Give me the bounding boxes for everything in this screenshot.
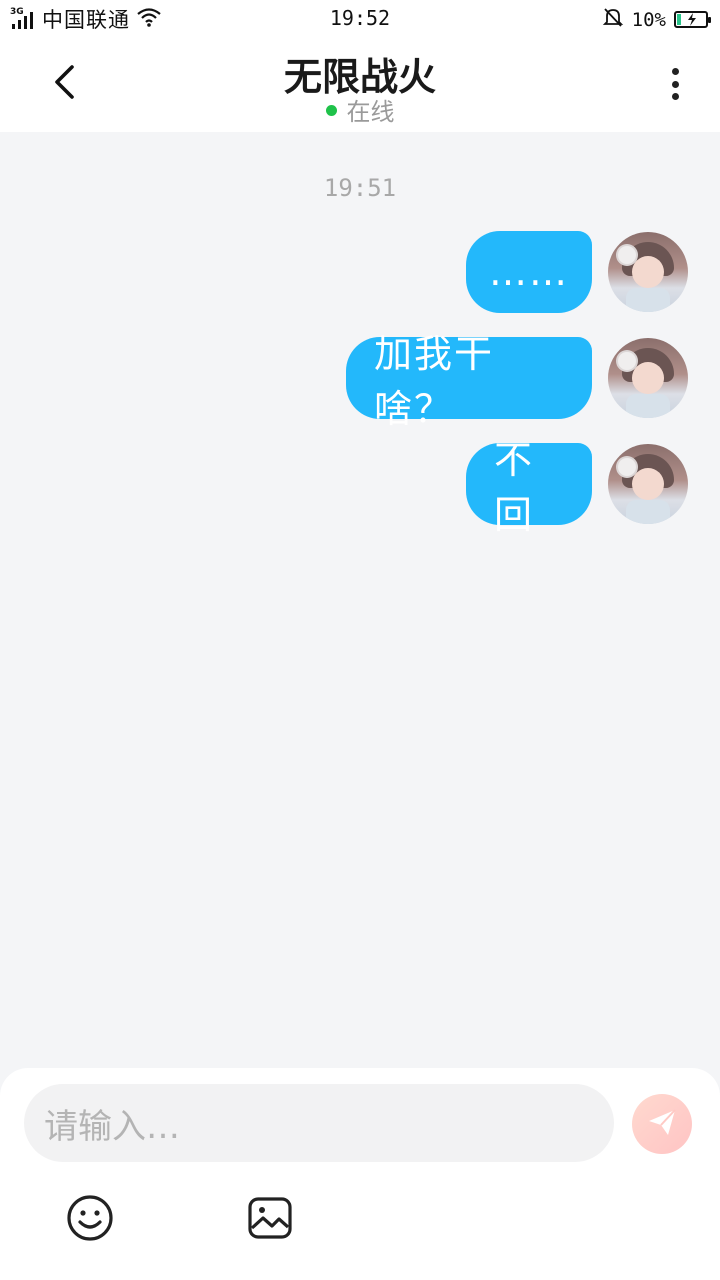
message-bubble[interactable]: 不回 bbox=[466, 438, 592, 537]
battery-percent: 10% bbox=[631, 8, 666, 31]
send-button[interactable] bbox=[632, 1094, 692, 1154]
emoji-button[interactable] bbox=[66, 1194, 114, 1242]
bell-off-icon bbox=[602, 6, 624, 33]
message-bubble[interactable]: …… bbox=[466, 231, 592, 313]
message-timestamp: 19:51 bbox=[323, 174, 397, 202]
online-dot bbox=[325, 105, 337, 116]
avatar[interactable] bbox=[608, 232, 688, 312]
message-row: 不回 bbox=[466, 438, 688, 537]
status-right: 10% bbox=[602, 6, 711, 33]
smiley-icon bbox=[66, 1195, 114, 1246]
paper-plane-icon bbox=[646, 1106, 678, 1142]
avatar[interactable] bbox=[608, 444, 688, 524]
chat-header: 无限战火 在线 bbox=[0, 36, 720, 132]
input-panel: 请输入… bbox=[0, 1068, 720, 1280]
message-bubble[interactable]: 加我干啥？ bbox=[346, 332, 592, 431]
image-icon bbox=[246, 1197, 294, 1246]
message-input[interactable]: 请输入… bbox=[24, 1084, 614, 1162]
avatar[interactable] bbox=[608, 338, 688, 418]
message-row: 加我干啥？ bbox=[346, 332, 688, 431]
message-input-placeholder: 请输入… bbox=[44, 1106, 180, 1147]
online-status-text: 在线 bbox=[346, 98, 395, 126]
status-bar: 3G 中国联通 19:52 10% bbox=[0, 0, 720, 36]
more-options-button[interactable] bbox=[660, 64, 690, 104]
online-status: 在线 bbox=[0, 92, 720, 127]
more-vertical-icon bbox=[671, 68, 679, 75]
message-row: …… bbox=[466, 231, 688, 313]
battery-icon bbox=[674, 11, 711, 28]
image-button[interactable] bbox=[246, 1194, 294, 1242]
